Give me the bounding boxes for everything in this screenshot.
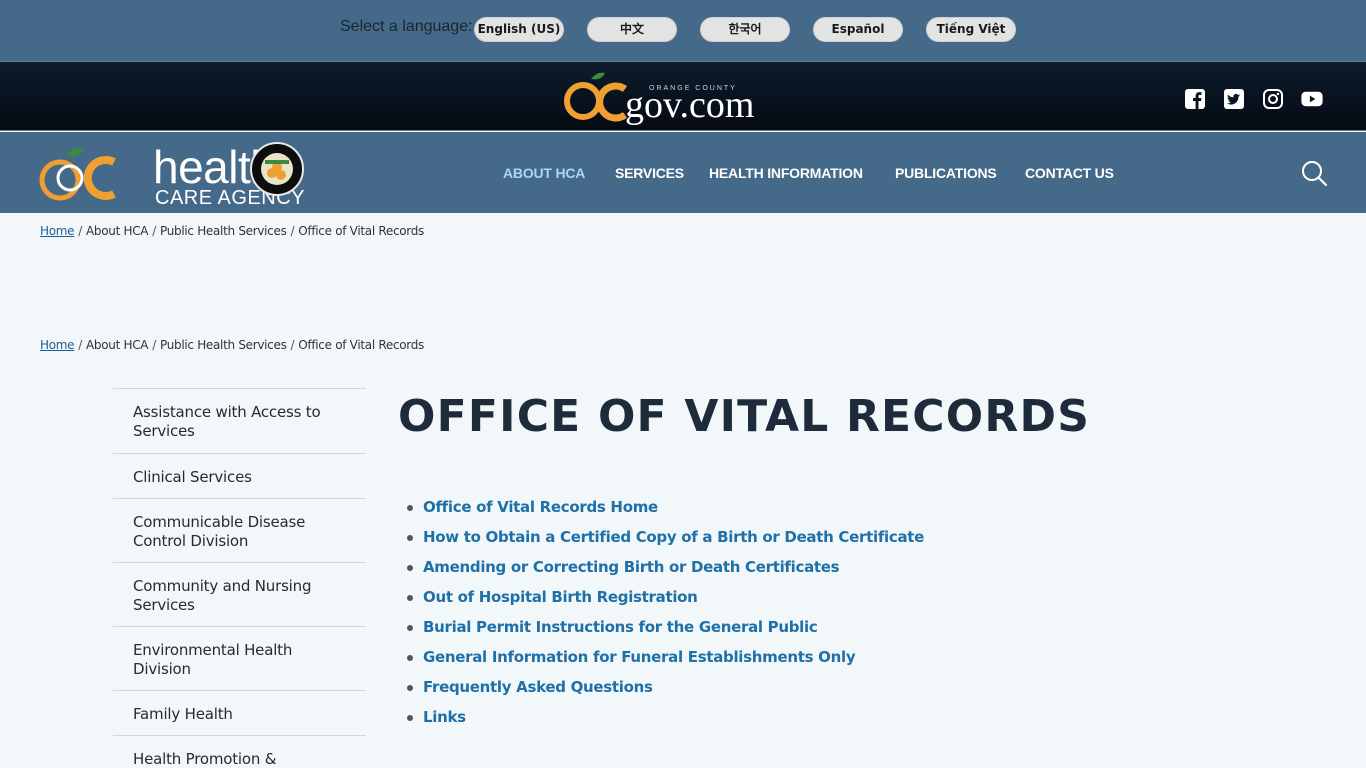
language-spanish-button[interactable]: Español [813, 17, 903, 42]
instagram-icon[interactable] [1262, 88, 1284, 110]
nav-services[interactable]: SERVICES [615, 165, 684, 181]
breadcrumb-about-hca[interactable]: About HCA [86, 338, 149, 352]
hca-logo-mark [39, 147, 116, 201]
language-korean-button[interactable]: 한국어 [700, 17, 790, 42]
breadcrumb-separator: / [152, 224, 156, 238]
sidebar-item-communicable-disease[interactable]: Communicable Disease Control Division [113, 498, 366, 562]
vital-records-links: Office of Vital Records Home How to Obta… [405, 496, 924, 736]
twitter-icon[interactable] [1223, 88, 1245, 110]
hca-header: health CARE AGENCY ABOUT HCA SERVICES HE… [0, 132, 1366, 213]
language-label: Select a language: [340, 18, 473, 35]
language-vietnamese-button[interactable]: Tiếng Việt [926, 17, 1016, 42]
link-burial-permit[interactable]: Burial Permit Instructions for the Gener… [405, 616, 924, 646]
link-amending-certificates[interactable]: Amending or Correcting Birth or Death Ce… [405, 556, 924, 586]
link-certified-copy[interactable]: How to Obtain a Certified Copy of a Birt… [405, 526, 924, 556]
county-seal-icon [250, 142, 304, 196]
sidebar-nav: Assistance with Access to Services Clini… [113, 388, 366, 768]
breadcrumb-secondary: Home / About HCA / Public Health Services / Of… [40, 338, 424, 352]
language-chinese-button[interactable]: 中文 [587, 17, 677, 42]
breadcrumb-separator: / [290, 224, 295, 238]
breadcrumb-about-hca[interactable]: About HCA [86, 224, 149, 238]
link-funeral-establishments[interactable]: General Information for Funeral Establis… [405, 646, 924, 676]
link-links[interactable]: Links [405, 706, 924, 736]
ocgov-header: gov.com ORANGE COUNTY [0, 61, 1366, 131]
breadcrumb-home-link[interactable]: Home [40, 338, 75, 352]
breadcrumb-public-health-services[interactable]: Public Health Services [160, 338, 287, 352]
youtube-icon[interactable] [1301, 88, 1323, 110]
sidebar-item-environmental-health[interactable]: Environmental Health Division [113, 626, 366, 690]
breadcrumb-separator: / [152, 338, 156, 352]
breadcrumb-separator: / [78, 224, 82, 238]
breadcrumb: Home / About HCA / Public Health Services / Of… [40, 224, 424, 238]
link-out-of-hospital-birth[interactable]: Out of Hospital Birth Registration [405, 586, 924, 616]
sidebar-item-assistance[interactable]: Assistance with Access to Services [113, 388, 366, 453]
ocgov-logo-mark: gov.com ORANGE COUNTY [564, 72, 754, 126]
breadcrumb-current-page: Office of Vital Records [298, 224, 424, 238]
language-bar: Select a language: English (US) 中文 한국어 E… [0, 0, 1366, 61]
sidebar-item-community-nursing[interactable]: Community and Nursing Services [113, 562, 366, 626]
link-vital-records-home[interactable]: Office of Vital Records Home [405, 496, 924, 526]
breadcrumb-home-link[interactable]: Home [40, 224, 75, 238]
breadcrumb-current-page: Office of Vital Records [298, 338, 424, 352]
page-title: OFFICE OF VITAL RECORDS [398, 391, 1091, 442]
breadcrumb-separator: / [290, 338, 295, 352]
sidebar-item-family-health[interactable]: Family Health [113, 690, 366, 735]
link-faq[interactable]: Frequently Asked Questions [405, 676, 924, 706]
ocgov-logo[interactable]: gov.com ORANGE COUNTY [563, 67, 803, 127]
sidebar-item-health-promotion[interactable]: Health Promotion & [113, 735, 366, 768]
breadcrumb-separator: / [78, 338, 82, 352]
nav-contact-us[interactable]: CONTACT US [1025, 165, 1114, 181]
language-english-button[interactable]: English (US) [474, 17, 564, 42]
nav-health-information[interactable]: HEALTH INFORMATION [709, 165, 863, 181]
hca-logo[interactable]: health CARE AGENCY [38, 140, 308, 208]
breadcrumb-public-health-services[interactable]: Public Health Services [160, 224, 287, 238]
search-icon[interactable] [1301, 160, 1327, 186]
sidebar-item-clinical-services[interactable]: Clinical Services [113, 453, 366, 498]
facebook-icon[interactable] [1184, 88, 1206, 110]
nav-publications[interactable]: PUBLICATIONS [895, 165, 997, 181]
nav-about-hca[interactable]: ABOUT HCA [503, 165, 585, 181]
ocgov-logo-small: ORANGE COUNTY [649, 85, 737, 92]
